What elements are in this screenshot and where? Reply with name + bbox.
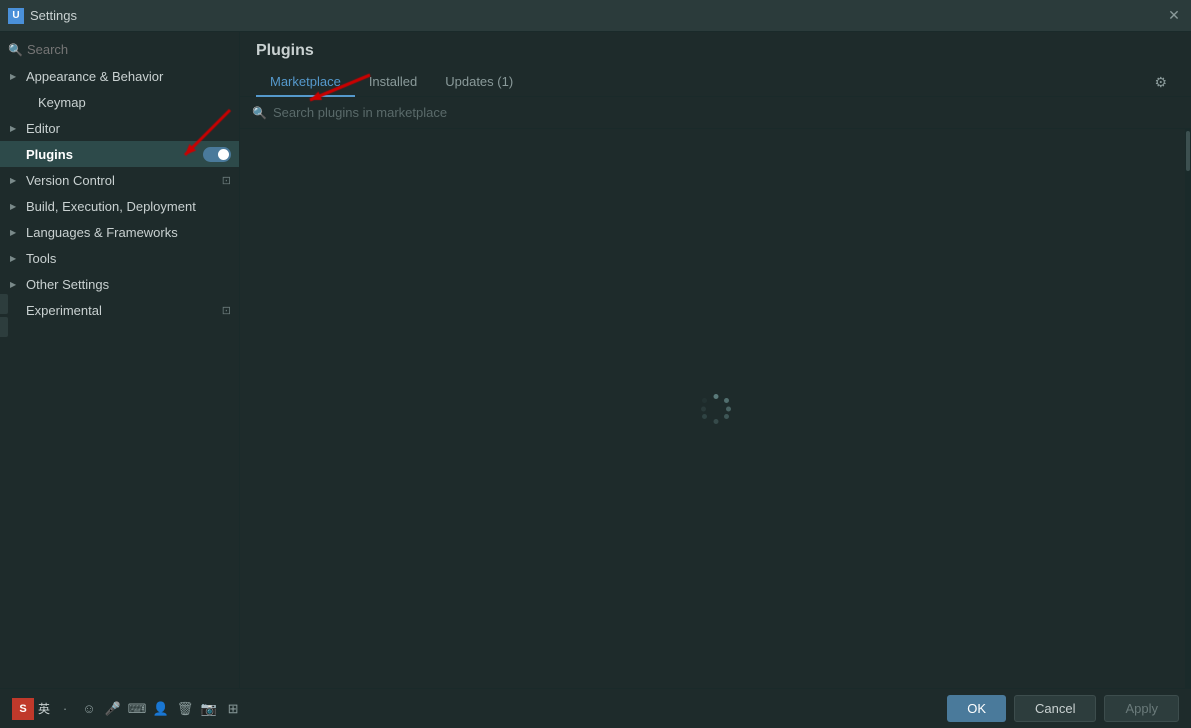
sidebar-item-label-other-settings: Other Settings: [26, 277, 231, 292]
ok-button[interactable]: OK: [947, 695, 1006, 722]
taskbar-icons: S 英 · ☺ 🎤 ⌨ 👤 🗑 📷 ⊞: [12, 698, 244, 720]
sidebar-search-input[interactable]: [27, 42, 231, 57]
title-bar: U Settings ✕: [0, 0, 1191, 32]
sidebar-item-label-build-execution: Build, Execution, Deployment: [26, 199, 231, 214]
expand-arrow-version-control: ▶: [10, 176, 22, 185]
sidebar-item-tools[interactable]: ▶ Tools: [0, 245, 239, 271]
item-right-icon-experimental: ⊡: [222, 304, 231, 317]
taskbar-icon-grid[interactable]: ⊞: [222, 698, 244, 720]
scroll-thumb: [1186, 131, 1190, 171]
taskbar-icon-user[interactable]: 👤: [150, 698, 172, 720]
sidebar-item-version-control[interactable]: ▶ Version Control ⊡: [0, 167, 239, 193]
bottom-buttons: OK Cancel Apply: [947, 695, 1179, 722]
sidebar-item-keymap[interactable]: Keymap: [0, 89, 239, 115]
sidebar-item-editor[interactable]: ▶ Editor: [0, 115, 239, 141]
sidebar-item-label-editor: Editor: [26, 121, 231, 136]
tabs-container: MarketplaceInstalledUpdates (1): [256, 68, 1146, 96]
app-icon: U: [8, 8, 24, 24]
sidebar-item-languages[interactable]: ▶ Languages & Frameworks: [0, 219, 239, 245]
sidebar-item-label-keymap: Keymap: [38, 95, 231, 110]
ime-s-icon[interactable]: S: [12, 698, 34, 720]
collapse-tab-1[interactable]: [0, 294, 8, 314]
taskbar-icon-1[interactable]: ·: [54, 698, 76, 720]
expand-arrow-tools: ▶: [10, 254, 22, 263]
gear-icon[interactable]: ⚙: [1146, 70, 1175, 95]
apply-button[interactable]: Apply: [1104, 695, 1179, 722]
item-right-icon-version-control: ⊡: [222, 174, 231, 187]
sidebar-item-experimental[interactable]: Experimental ⊡: [0, 297, 239, 323]
sidebar-item-plugins[interactable]: Plugins: [0, 141, 239, 167]
sidebar-search-row: 🔍: [0, 36, 239, 63]
taskbar-icon-smiley[interactable]: ☺: [78, 698, 100, 720]
tabs-row: MarketplaceInstalledUpdates (1) ⚙: [256, 68, 1175, 96]
tab-installed[interactable]: Installed: [355, 68, 431, 97]
sidebar-items-container: ▶ Appearance & Behavior Keymap ▶ Editor Plugi…: [0, 63, 239, 323]
collapse-tab-2[interactable]: [0, 317, 8, 337]
ime-lang-text[interactable]: 英: [36, 700, 52, 717]
plugins-toggle[interactable]: [203, 147, 231, 162]
sidebar-item-label-tools: Tools: [26, 251, 231, 266]
scrollbar[interactable]: [1185, 129, 1191, 688]
sidebar-item-label-appearance: Appearance & Behavior: [26, 69, 231, 84]
close-button[interactable]: ✕: [1165, 7, 1183, 25]
sidebar-item-label-version-control: Version Control: [26, 173, 218, 188]
taskbar-icon-trash[interactable]: 🗑: [174, 698, 196, 720]
sidebar-item-build-execution[interactable]: ▶ Build, Execution, Deployment: [0, 193, 239, 219]
plugins-header: Plugins MarketplaceInstalledUpdates (1) …: [240, 32, 1191, 97]
right-panel: Plugins MarketplaceInstalledUpdates (1) …: [240, 32, 1191, 688]
window-title: Settings: [30, 8, 77, 23]
cancel-button[interactable]: Cancel: [1014, 695, 1096, 722]
bottom-bar: S 英 · ☺ 🎤 ⌨ 👤 🗑 📷 ⊞ OK Cancel Apply: [0, 688, 1191, 728]
sidebar-search-icon: 🔍: [8, 43, 23, 57]
sidebar-item-appearance[interactable]: ▶ Appearance & Behavior: [0, 63, 239, 89]
sidebar-item-label-plugins: Plugins: [26, 147, 199, 162]
taskbar-icon-camera[interactable]: 📷: [198, 698, 220, 720]
taskbar-icon-keyboard[interactable]: ⌨: [126, 698, 148, 720]
collapse-tabs: [0, 294, 8, 337]
search-input[interactable]: [273, 105, 1179, 120]
sidebar-item-label-languages: Languages & Frameworks: [26, 225, 231, 240]
expand-arrow-appearance: ▶: [10, 72, 22, 81]
expand-arrow-other-settings: ▶: [10, 280, 22, 289]
expand-arrow-build-execution: ▶: [10, 202, 22, 211]
content-area: [240, 129, 1191, 688]
main-layout: 🔍 ▶ Appearance & Behavior Keymap ▶ Editor Plu…: [0, 32, 1191, 688]
plugins-title: Plugins: [256, 42, 1175, 60]
expand-arrow-languages: ▶: [10, 228, 22, 237]
sidebar: 🔍 ▶ Appearance & Behavior Keymap ▶ Editor Plu…: [0, 32, 240, 688]
sidebar-item-other-settings[interactable]: ▶ Other Settings: [0, 271, 239, 297]
tab-updates[interactable]: Updates (1): [431, 68, 527, 97]
loading-spinner: [701, 394, 731, 424]
search-icon: 🔍: [252, 106, 267, 120]
sidebar-item-label-experimental: Experimental: [26, 303, 218, 318]
taskbar-icon-mic[interactable]: 🎤: [102, 698, 124, 720]
expand-arrow-editor: ▶: [10, 124, 22, 133]
search-bar: 🔍: [240, 97, 1191, 129]
tab-marketplace[interactable]: Marketplace: [256, 68, 355, 97]
